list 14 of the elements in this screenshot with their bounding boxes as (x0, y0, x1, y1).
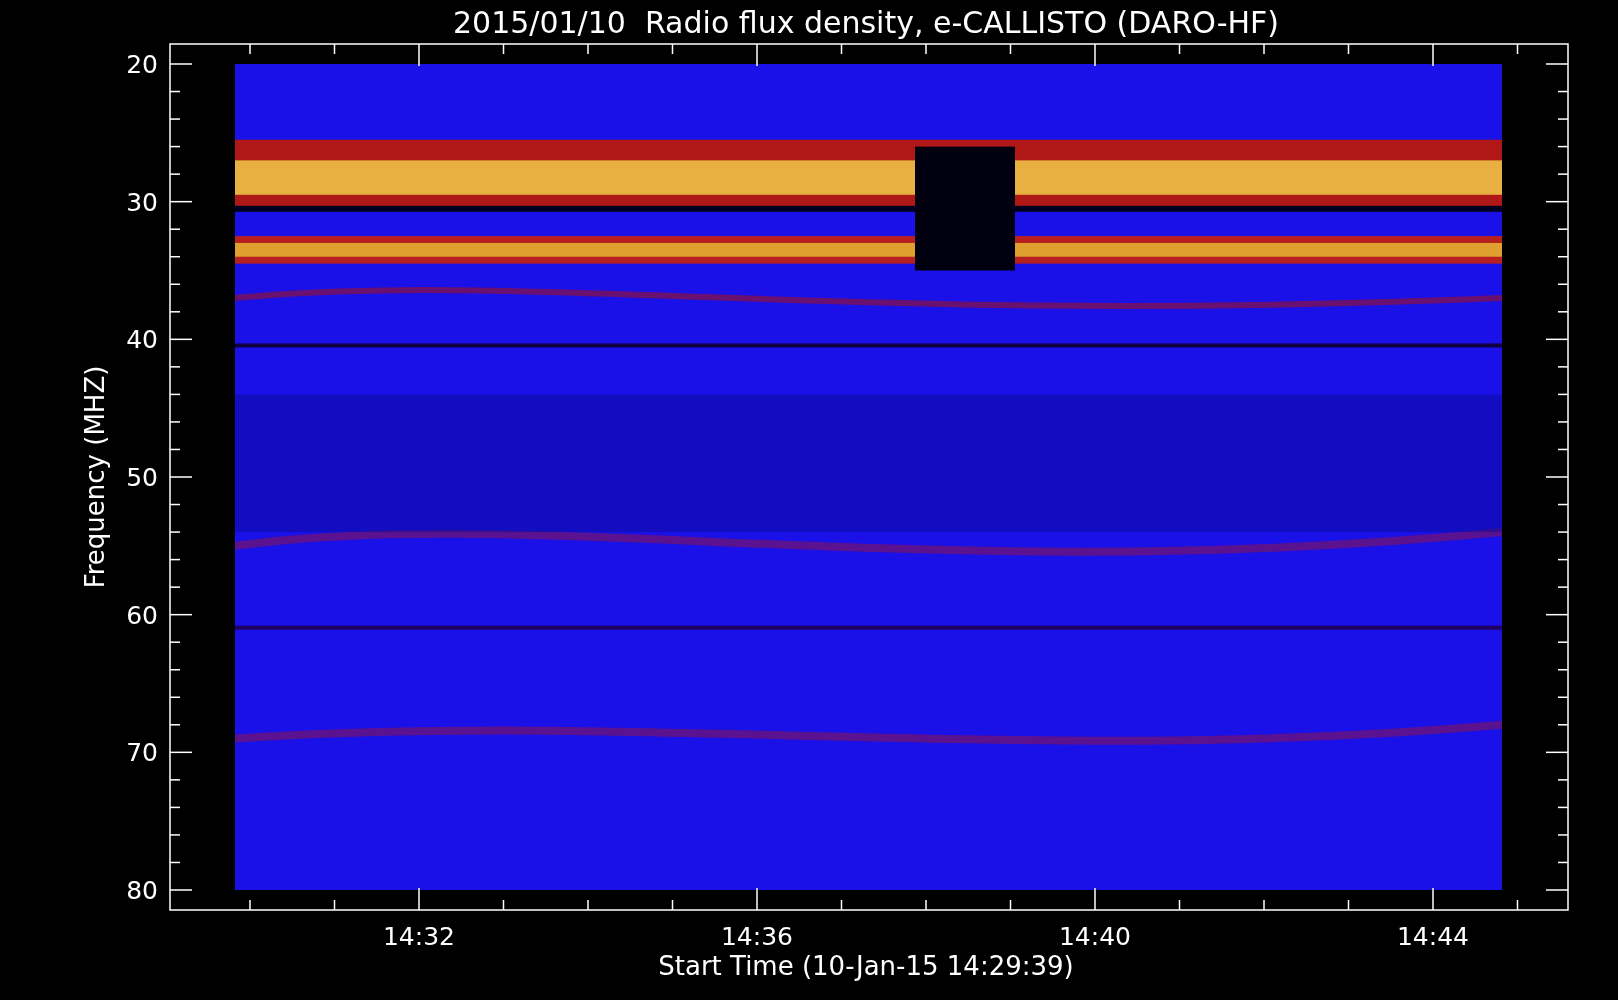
tick-label: 14:32 (383, 922, 455, 951)
tick-label: 14:36 (721, 922, 793, 951)
tick-label: 14:40 (1059, 922, 1131, 951)
axis-label: Start Time (10-Jan-15 14:29:39) (658, 951, 1074, 981)
tick-label: 14:44 (1397, 922, 1469, 951)
tick-label: 50 (126, 463, 158, 492)
tick-label: 70 (126, 738, 158, 768)
tick-label: 30 (126, 187, 158, 217)
tick-label: 80 (126, 876, 158, 905)
tick-label: 20 (126, 50, 158, 79)
plot-title: 2015/01/10 Radio flux density, e-CALLISTO (DARO-HF) (452, 5, 1280, 40)
tick-label: 40 (126, 325, 158, 355)
axis-label: Frequency (MHZ) (80, 365, 110, 589)
tick-label: 60 (126, 600, 158, 630)
